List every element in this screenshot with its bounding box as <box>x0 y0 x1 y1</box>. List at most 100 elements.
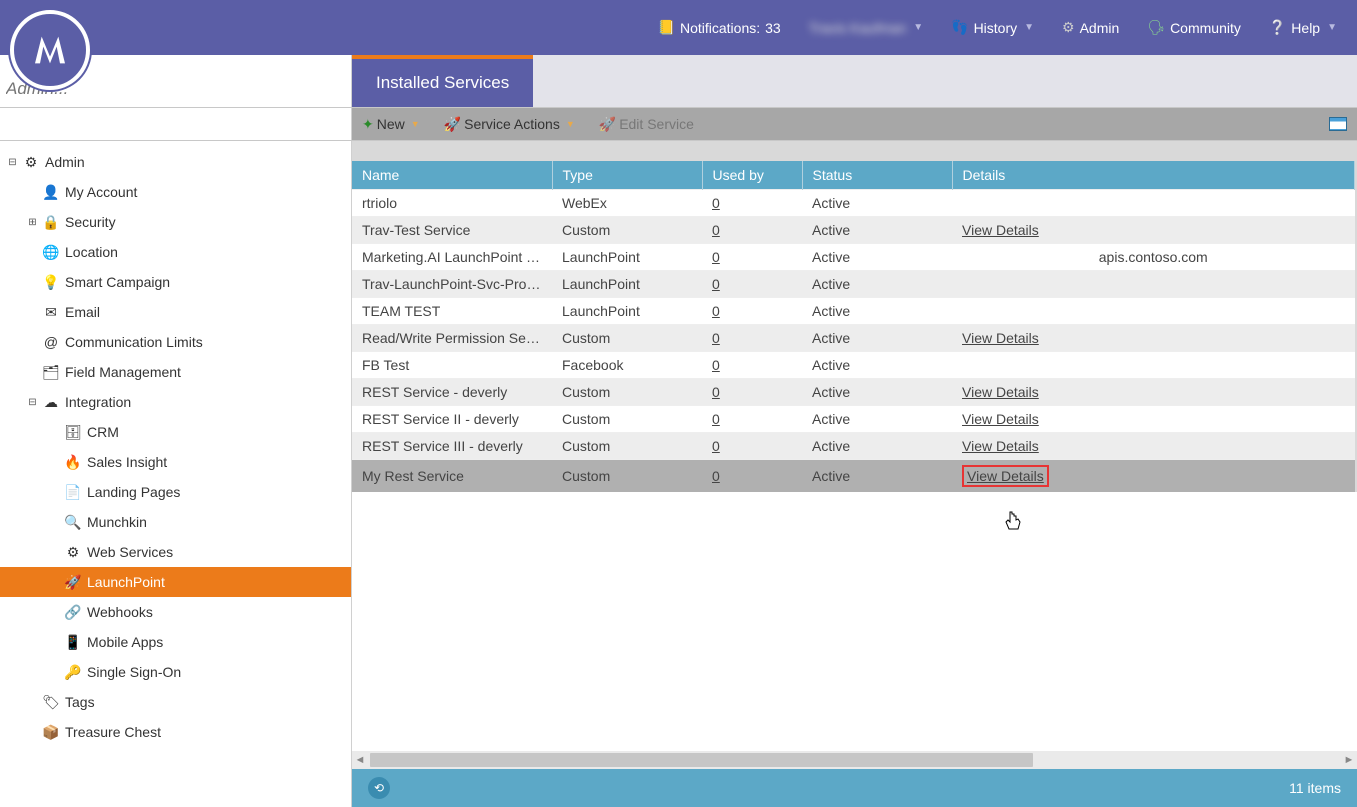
sidebar-item-label: Location <box>65 244 118 260</box>
table-row[interactable]: Marketing.AI LaunchPoint Te...LaunchPoin… <box>352 244 1355 271</box>
used-by-link[interactable]: 0 <box>712 222 720 238</box>
collapse-icon[interactable]: ⊟ <box>8 157 17 168</box>
view-details-link[interactable]: View Details <box>962 222 1039 238</box>
table-row[interactable]: Trav-Test ServiceCustom0ActiveView Detai… <box>352 217 1355 244</box>
sidebar-item-treasure-chest[interactable]: 📦Treasure Chest <box>0 717 351 747</box>
cell-details: View Details <box>952 325 1355 352</box>
caret-down-icon: ▼ <box>1024 22 1034 33</box>
sidebar-item-single-sign-on[interactable]: 🔑Single Sign-On <box>0 657 351 687</box>
history-link[interactable]: 👣 History ▼ <box>951 19 1034 36</box>
new-button[interactable]: ✦ New ▼ <box>362 116 420 133</box>
services-table: Name Type Used by Status Details rtriolo… <box>352 161 1355 492</box>
sidebar-item-label: Smart Campaign <box>65 274 170 290</box>
scroll-right-icon[interactable]: ► <box>1341 754 1357 766</box>
col-type[interactable]: Type <box>552 161 702 190</box>
sidebar-item-label: CRM <box>87 424 119 440</box>
col-used[interactable]: Used by <box>702 161 802 190</box>
cell-status: Active <box>802 352 952 379</box>
used-by-link[interactable]: 0 <box>712 438 720 454</box>
used-by-link[interactable]: 0 <box>712 411 720 427</box>
sidebar-item-integration[interactable]: ⊟☁Integration <box>0 387 351 417</box>
table-row[interactable]: Read/Write Permission Servi...Custom0Act… <box>352 325 1355 352</box>
col-name[interactable]: Name <box>352 161 552 190</box>
sidebar-item-munchkin[interactable]: 🔍Munchkin <box>0 507 351 537</box>
view-details-link[interactable]: View Details <box>962 411 1039 427</box>
notifications-link[interactable]: 📒 Notifications: 33 <box>658 19 781 36</box>
table-row[interactable]: FB TestFacebook0Active <box>352 352 1355 379</box>
scroll-left-icon[interactable]: ◄ <box>352 754 368 766</box>
table-row[interactable]: TEAM TESTLaunchPoint0Active <box>352 298 1355 325</box>
security-icon: 🔒 <box>42 214 60 231</box>
sidebar-item-my-account[interactable]: 👤My Account <box>0 177 351 207</box>
sidebar-item-communication-limits[interactable]: @Communication Limits <box>0 327 351 357</box>
sidebar-item-smart-campaign[interactable]: 💡Smart Campaign <box>0 267 351 297</box>
view-details-link[interactable]: View Details <box>962 438 1039 454</box>
sidebar-item-web-services[interactable]: ⚙Web Services <box>0 537 351 567</box>
sidebar-item-admin-root[interactable]: ⊟ ⚙ Admin <box>0 147 351 177</box>
view-details-link[interactable]: View Details <box>962 384 1039 400</box>
edit-service-button[interactable]: 🚀 Edit Service <box>599 116 694 133</box>
sidebar-item-sales-insight[interactable]: 🔥Sales Insight <box>0 447 351 477</box>
used-by-link[interactable]: 0 <box>712 276 720 292</box>
refresh-button[interactable]: ⟲ <box>368 777 390 799</box>
table-row[interactable]: My Rest ServiceCustom0ActiveView Details <box>352 460 1355 493</box>
cell-status: Active <box>802 244 952 271</box>
tags-icon: 🏷 <box>42 694 60 711</box>
community-label: Community <box>1170 20 1241 36</box>
user-menu[interactable]: Travis Kaufman ▼ <box>809 20 923 36</box>
used-by-link[interactable]: 0 <box>712 384 720 400</box>
cell-details: apis.contoso.com <box>952 244 1355 271</box>
web-services-icon: ⚙ <box>64 544 82 561</box>
view-details-link[interactable]: View Details <box>967 468 1044 484</box>
sidebar-item-location[interactable]: 🌐Location <box>0 237 351 267</box>
sidebar-item-landing-pages[interactable]: 📄Landing Pages <box>0 477 351 507</box>
table-row[interactable]: REST Service - deverlyCustom0ActiveView … <box>352 379 1355 406</box>
sidebar-item-launchpoint[interactable]: 🚀LaunchPoint <box>0 567 351 597</box>
cell-used: 0 <box>702 244 802 271</box>
used-by-link[interactable]: 0 <box>712 303 720 319</box>
table-row[interactable]: Trav-LaunchPoint-Svc-Prog-I...LaunchPoin… <box>352 271 1355 298</box>
cell-name: Marketing.AI LaunchPoint Te... <box>352 244 552 271</box>
cell-used: 0 <box>702 352 802 379</box>
col-details[interactable]: Details <box>952 161 1355 190</box>
main-panel: Name Type Used by Status Details rtriolo… <box>352 141 1357 807</box>
toolbar: ✦ New ▼ 🚀 Service Actions ▼ 🚀 Edit Servi… <box>352 108 1357 140</box>
marketo-logo[interactable] <box>10 10 90 90</box>
user-label: Travis Kaufman <box>809 20 907 36</box>
sidebar-item-label: Landing Pages <box>87 484 180 500</box>
col-status[interactable]: Status <box>802 161 952 190</box>
used-by-link[interactable]: 0 <box>712 468 720 484</box>
tab-bar: Installed Services <box>352 55 1357 107</box>
table-row[interactable]: REST Service II - deverlyCustom0ActiveVi… <box>352 406 1355 433</box>
expand-icon[interactable]: ⊞ <box>28 217 37 228</box>
horizontal-scrollbar[interactable]: ◄ ► <box>352 751 1357 769</box>
used-by-link[interactable]: 0 <box>712 249 720 265</box>
used-by-link[interactable]: 0 <box>712 195 720 211</box>
used-by-link[interactable]: 0 <box>712 330 720 346</box>
cell-used: 0 <box>702 379 802 406</box>
service-actions-button[interactable]: 🚀 Service Actions ▼ <box>444 116 575 133</box>
service-actions-label: Service Actions <box>464 116 560 132</box>
panel-toggle-icon[interactable] <box>1329 117 1347 131</box>
table-row[interactable]: rtrioloWebEx0Active <box>352 190 1355 217</box>
sidebar-item-crm[interactable]: 🗄CRM <box>0 417 351 447</box>
marketo-logo-icon <box>30 30 70 70</box>
help-link[interactable]: ❔ Help ▼ <box>1269 19 1337 36</box>
admin-link[interactable]: ⚙ Admin <box>1062 19 1119 36</box>
sidebar-item-email[interactable]: ✉Email <box>0 297 351 327</box>
scroll-thumb[interactable] <box>370 753 1033 767</box>
tab-installed-services[interactable]: Installed Services <box>352 55 533 107</box>
email-icon: ✉ <box>42 304 60 321</box>
table-row[interactable]: REST Service III - deverlyCustom0ActiveV… <box>352 433 1355 460</box>
expand-icon[interactable]: ⊟ <box>28 397 37 408</box>
sidebar-item-mobile-apps[interactable]: 📱Mobile Apps <box>0 627 351 657</box>
view-details-link[interactable]: View Details <box>962 330 1039 346</box>
sidebar-item-security[interactable]: ⊞🔒Security <box>0 207 351 237</box>
sidebar-item-webhooks[interactable]: 🔗Webhooks <box>0 597 351 627</box>
cell-type: LaunchPoint <box>552 244 702 271</box>
webhooks-icon: 🔗 <box>64 604 82 621</box>
sidebar-item-tags[interactable]: 🏷Tags <box>0 687 351 717</box>
used-by-link[interactable]: 0 <box>712 357 720 373</box>
sidebar-item-field-management[interactable]: 🗂Field Management <box>0 357 351 387</box>
community-link[interactable]: 🗣 Community <box>1147 19 1241 36</box>
